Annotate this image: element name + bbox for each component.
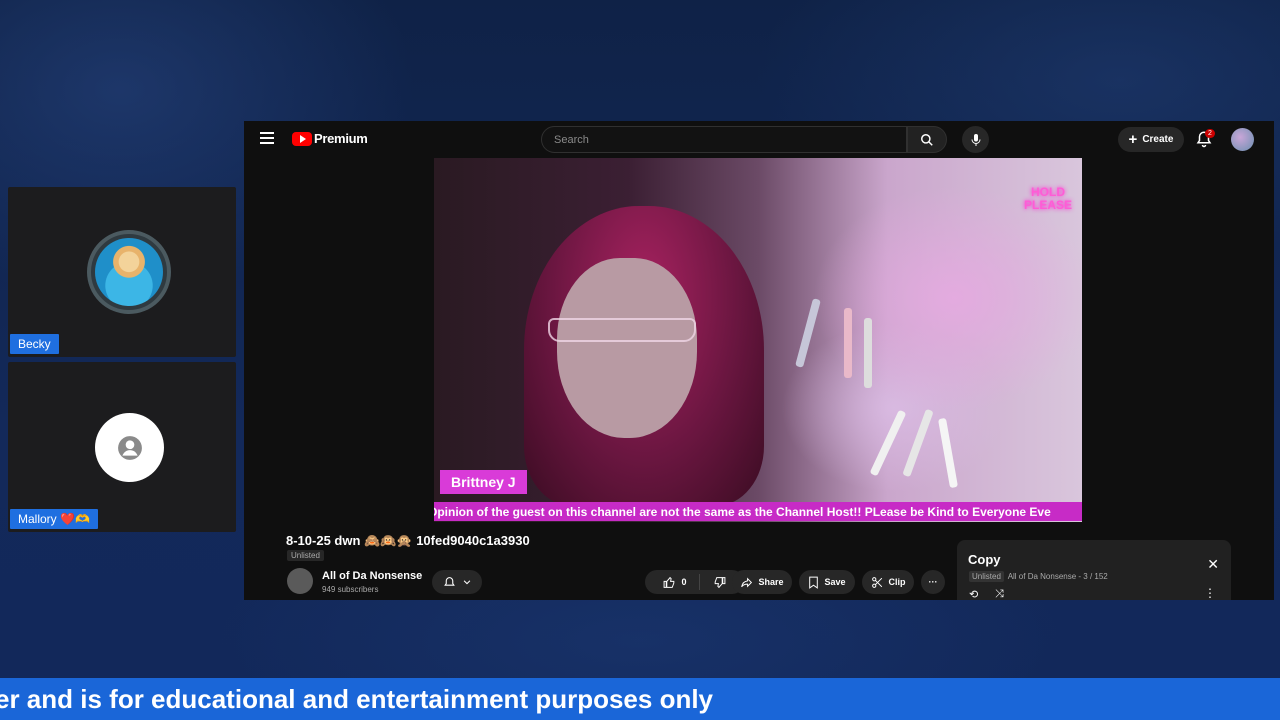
scrolling-disclaimer-banner: er and is for educational and entertainm…: [0, 678, 1280, 720]
share-button[interactable]: Share: [732, 570, 792, 594]
search-icon: [921, 133, 933, 146]
search-input[interactable]: Search: [541, 126, 907, 153]
youtube-play-icon: [292, 131, 312, 146]
like-dislike-group: 0: [645, 570, 744, 594]
microphone-icon: [971, 133, 980, 146]
participant-avatar: [87, 230, 171, 314]
plus-icon: +: [1128, 130, 1138, 148]
thumbs-down-icon[interactable]: [713, 576, 726, 589]
lower-third-name: Brittney J: [440, 470, 527, 494]
more-actions-button[interactable]: ···: [921, 570, 945, 594]
playlist-menu-icon[interactable]: ⋮: [1204, 586, 1216, 600]
youtube-header: Premium Search + Create 2: [244, 121, 1274, 158]
share-icon: [741, 577, 753, 587]
participant-name-tag: Becky: [10, 334, 59, 354]
playlist-owner-position: All of Da Nonsense - 3 / 152: [1007, 572, 1108, 581]
youtube-window: Premium Search + Create 2 HOLD PLEASE Br…: [244, 121, 1274, 600]
default-person-icon: [95, 413, 164, 482]
menu-icon[interactable]: [260, 132, 274, 147]
subscription-button[interactable]: [432, 570, 482, 594]
like-button[interactable]: 0: [663, 574, 700, 590]
video-player[interactable]: HOLD PLEASE Brittney J Opinion of the gu…: [244, 158, 1274, 524]
person-face: [557, 258, 697, 438]
ticker-text: Opinion of the guest on this channel are…: [434, 502, 1082, 521]
search-button[interactable]: [907, 126, 947, 153]
channel-name[interactable]: All of Da Nonsense: [322, 570, 422, 582]
chevron-down-icon: [463, 580, 470, 585]
playlist-unlisted-badge: Unlisted: [969, 571, 1004, 582]
create-button[interactable]: + Create: [1118, 127, 1184, 152]
markers-decoration: [784, 288, 984, 508]
clip-button[interactable]: Clip: [862, 570, 914, 594]
subscriber-count: 949 subscribers: [322, 585, 379, 594]
playlist-meta: Unlisted All of Da Nonsense - 3 / 152: [969, 571, 1108, 582]
channel-avatar[interactable]: [287, 568, 313, 594]
glasses: [548, 318, 696, 342]
participant-tile-becky[interactable]: Becky: [8, 187, 236, 357]
video-title: 8-10-25 dwn 🙈🙉🙊 10fed9040c1a3930: [286, 533, 530, 548]
unlisted-badge: Unlisted: [287, 550, 324, 561]
scissors-icon: [871, 576, 882, 588]
video-frame[interactable]: HOLD PLEASE Brittney J Opinion of the gu…: [434, 158, 1082, 522]
save-button[interactable]: Save: [799, 570, 855, 594]
hold-please-overlay: HOLD PLEASE: [1023, 185, 1072, 212]
youtube-logo[interactable]: Premium: [292, 131, 368, 146]
account-avatar[interactable]: [1231, 128, 1254, 151]
notification-count-badge: 2: [1205, 129, 1215, 138]
close-icon[interactable]: ✕: [1207, 556, 1219, 573]
playlist-title[interactable]: Copy: [968, 552, 1001, 567]
playlist-panel: Copy Unlisted All of Da Nonsense - 3 / 1…: [957, 540, 1231, 600]
bookmark-icon: [809, 576, 819, 589]
loop-icon[interactable]: ⟲: [969, 588, 978, 600]
profile-photo: [95, 238, 163, 306]
participant-name-tag: Mallory ❤️🫶: [10, 509, 98, 529]
bell-icon: [443, 576, 455, 586]
participant-tile-mallory[interactable]: Mallory ❤️🫶: [8, 362, 236, 532]
shuffle-icon[interactable]: ⤨: [995, 588, 1004, 600]
voice-search-button[interactable]: [962, 126, 989, 153]
thumbs-up-icon: [664, 576, 675, 588]
